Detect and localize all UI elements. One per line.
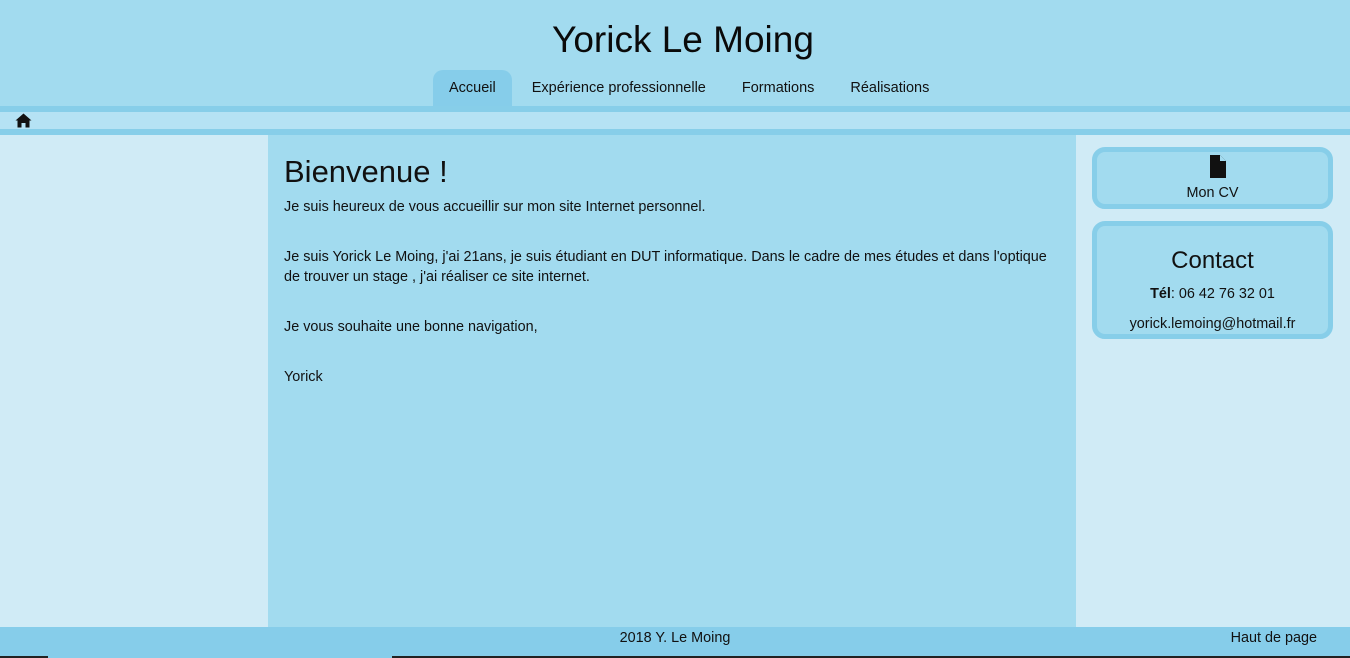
breadcrumb xyxy=(0,112,1350,129)
intro-paragraph: Je suis heureux de vous accueillir sur m… xyxy=(284,199,706,215)
nav-tab-formations[interactable]: Formations xyxy=(726,70,831,106)
home-icon[interactable] xyxy=(15,113,32,128)
phone-line: Tél: 06 42 76 32 01 xyxy=(1097,285,1328,303)
phone-label: Tél xyxy=(1150,286,1171,302)
nav-tab-accueil[interactable]: Accueil xyxy=(433,70,512,106)
contact-card: Contact Tél: 06 42 76 32 01 yorick.lemoi… xyxy=(1092,221,1333,339)
contact-title: Contact xyxy=(1171,247,1254,274)
email-link[interactable]: yorick.lemoing@hotmail.fr xyxy=(1097,315,1328,333)
nav-tab-realisations[interactable]: Réalisations xyxy=(834,70,945,106)
left-sidebar xyxy=(0,135,268,627)
file-icon xyxy=(1210,155,1226,178)
phone-number: : 06 42 76 32 01 xyxy=(1170,286,1275,302)
back-to-top-link[interactable]: Haut de page xyxy=(1231,629,1317,647)
wish-paragraph: Je vous souhaite une bonne navigation, xyxy=(284,319,538,335)
main-content: Bienvenue ! Je suis heureux de vous accu… xyxy=(268,135,1076,627)
cv-button[interactable]: Mon CV xyxy=(1092,147,1333,209)
site-footer: 2018 Y. Le Moing Haut de page xyxy=(0,627,1350,658)
signature-paragraph: Yorick xyxy=(284,369,323,385)
copyright-text: 2018 Y. Le Moing xyxy=(619,630,731,646)
nav-tab-experience[interactable]: Expérience professionnelle xyxy=(516,70,722,106)
page-heading: Bienvenue ! xyxy=(284,154,448,189)
site-title: Yorick Le Moing xyxy=(552,19,814,60)
site-header: Yorick Le Moing Accueil Expérience profe… xyxy=(0,0,1350,106)
cv-label: Mon CV xyxy=(1186,185,1239,201)
main-nav: Accueil Expérience professionnelle Forma… xyxy=(433,70,945,106)
right-sidebar: Mon CV Contact Tél: 06 42 76 32 01 yoric… xyxy=(1076,135,1350,627)
about-paragraph: Je suis Yorick Le Moing, j'ai 21ans, je … xyxy=(284,249,1047,285)
